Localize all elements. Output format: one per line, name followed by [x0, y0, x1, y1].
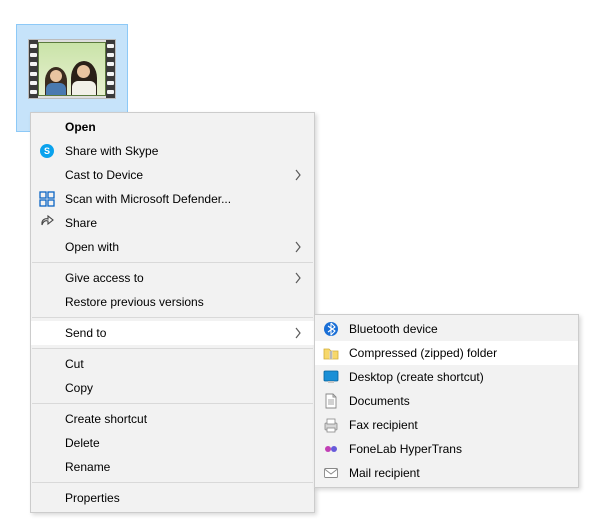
- menu-label: Open with: [65, 240, 284, 254]
- svg-text:S: S: [44, 146, 50, 156]
- menu-separator: [32, 482, 313, 483]
- submenu-desktop-shortcut[interactable]: Desktop (create shortcut): [315, 365, 578, 389]
- menu-send-to[interactable]: Send to: [31, 321, 314, 345]
- menu-delete[interactable]: Delete: [31, 431, 314, 455]
- menu-label: FoneLab HyperTrans: [349, 442, 548, 456]
- menu-copy[interactable]: Copy: [31, 376, 314, 400]
- menu-label: Open: [65, 120, 284, 134]
- menu-label: Desktop (create shortcut): [349, 370, 548, 384]
- zip-icon: [323, 345, 339, 361]
- menu-label: Rename: [65, 460, 284, 474]
- menu-label: Send to: [65, 326, 284, 340]
- submenu-fax[interactable]: Fax recipient: [315, 413, 578, 437]
- menu-share-skype[interactable]: S Share with Skype: [31, 139, 314, 163]
- menu-label: Create shortcut: [65, 412, 284, 426]
- documents-icon: [323, 393, 339, 409]
- context-menu: Open S Share with Skype Cast to Device S…: [30, 112, 315, 513]
- send-to-submenu: Bluetooth device Compressed (zipped) fol…: [314, 314, 579, 488]
- skype-icon: S: [39, 143, 55, 159]
- menu-open-with[interactable]: Open with: [31, 235, 314, 259]
- menu-label: Copy: [65, 381, 284, 395]
- chevron-right-icon: [294, 327, 302, 339]
- menu-restore-versions[interactable]: Restore previous versions: [31, 290, 314, 314]
- menu-label: Properties: [65, 491, 284, 505]
- fax-icon: [323, 417, 339, 433]
- menu-label: Give access to: [65, 271, 284, 285]
- bluetooth-icon: [323, 321, 339, 337]
- menu-label: Fax recipient: [349, 418, 548, 432]
- menu-rename[interactable]: Rename: [31, 455, 314, 479]
- defender-icon: [39, 191, 55, 207]
- menu-give-access[interactable]: Give access to: [31, 266, 314, 290]
- hypertrans-icon: [323, 441, 339, 457]
- menu-label: Cut: [65, 357, 284, 371]
- chevron-right-icon: [294, 169, 302, 181]
- menu-label: Documents: [349, 394, 548, 408]
- menu-create-shortcut[interactable]: Create shortcut: [31, 407, 314, 431]
- video-thumbnail: [38, 42, 106, 96]
- menu-cut[interactable]: Cut: [31, 352, 314, 376]
- menu-cast-device[interactable]: Cast to Device: [31, 163, 314, 187]
- menu-label: Delete: [65, 436, 284, 450]
- menu-open[interactable]: Open: [31, 115, 314, 139]
- desktop-icon: [323, 369, 339, 385]
- menu-label: Cast to Device: [65, 168, 284, 182]
- submenu-documents[interactable]: Documents: [315, 389, 578, 413]
- mail-icon: [323, 465, 339, 481]
- menu-label: Bluetooth device: [349, 322, 548, 336]
- menu-label: Compressed (zipped) folder: [349, 346, 548, 360]
- menu-separator: [32, 317, 313, 318]
- menu-properties[interactable]: Properties: [31, 486, 314, 510]
- chevron-right-icon: [294, 241, 302, 253]
- menu-label: Share with Skype: [65, 144, 284, 158]
- submenu-bluetooth[interactable]: Bluetooth device: [315, 317, 578, 341]
- menu-label: Scan with Microsoft Defender...: [65, 192, 284, 206]
- video-file-icon: [28, 39, 116, 99]
- menu-separator: [32, 348, 313, 349]
- menu-share[interactable]: Share: [31, 211, 314, 235]
- chevron-right-icon: [294, 272, 302, 284]
- menu-label: Share: [65, 216, 284, 230]
- submenu-hypertrans[interactable]: FoneLab HyperTrans: [315, 437, 578, 461]
- menu-separator: [32, 403, 313, 404]
- menu-separator: [32, 262, 313, 263]
- submenu-compressed-zip[interactable]: Compressed (zipped) folder: [315, 341, 578, 365]
- menu-defender-scan[interactable]: Scan with Microsoft Defender...: [31, 187, 314, 211]
- share-icon: [39, 215, 55, 231]
- menu-label: Restore previous versions: [65, 295, 284, 309]
- menu-label: Mail recipient: [349, 466, 548, 480]
- submenu-mail[interactable]: Mail recipient: [315, 461, 578, 485]
